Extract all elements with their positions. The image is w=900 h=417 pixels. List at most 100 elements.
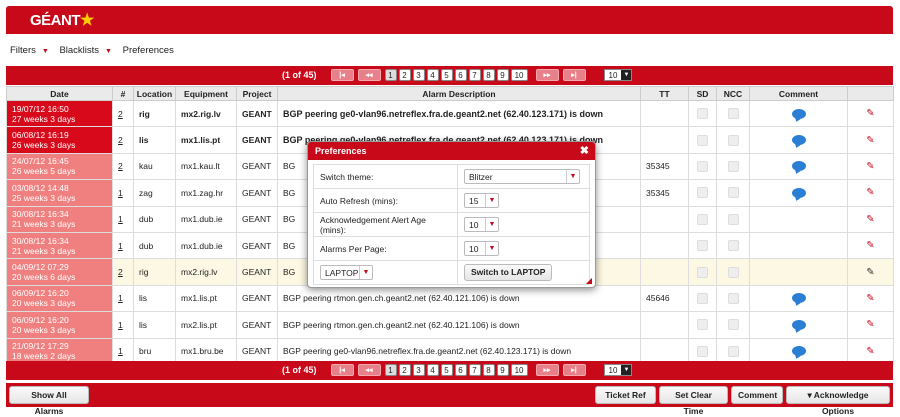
sd-checkbox[interactable] <box>697 160 708 172</box>
comment-bubble-icon[interactable] <box>791 293 806 304</box>
page-3-button[interactable]: 3 <box>412 364 425 376</box>
page-9-button[interactable]: 9 <box>496 364 509 376</box>
table-row[interactable]: 19/07/12 16:50 27 weeks 3 days 2 rig mx2.… <box>6 99 894 128</box>
table-row[interactable]: 06/09/12 16:20 20 weeks 3 days 1 lis mx2.… <box>6 311 894 339</box>
ncc-checkbox[interactable] <box>727 134 739 146</box>
col-project[interactable]: Project <box>236 86 278 101</box>
page-4-button[interactable]: 4 <box>426 69 439 81</box>
page-7-button[interactable]: 7 <box>468 69 481 81</box>
sd-checkbox[interactable] <box>697 319 708 331</box>
occurrence-link[interactable]: 2 <box>112 126 134 154</box>
ncc-checkbox[interactable] <box>727 292 739 304</box>
sd-checkbox[interactable] <box>697 213 708 225</box>
edit-pencil-icon[interactable]: ✎ <box>853 161 888 172</box>
page-7-button[interactable]: 7 <box>468 364 481 376</box>
ncc-checkbox[interactable] <box>727 345 739 357</box>
page-4-button[interactable]: 4 <box>426 364 439 376</box>
sd-checkbox[interactable] <box>697 187 708 199</box>
alarms-per-page-select[interactable]: 10 ▼ <box>464 241 499 256</box>
show-all-alarms-button[interactable]: Show All Alarms <box>9 386 89 416</box>
ncc-checkbox[interactable] <box>727 108 739 120</box>
edit-pencil-icon[interactable]: ✎ <box>853 346 888 357</box>
first-page-button[interactable]: |◂ <box>330 69 354 81</box>
ncc-checkbox[interactable] <box>727 160 739 172</box>
rows-per-page-select[interactable]: 10 ▼ <box>603 364 633 376</box>
sd-checkbox[interactable] <box>697 134 708 146</box>
ncc-checkbox[interactable] <box>727 240 739 252</box>
occurrence-link[interactable]: 1 <box>112 311 134 339</box>
page-1-button[interactable]: 1 <box>384 364 397 376</box>
occurrence-link[interactable]: 2 <box>112 258 134 286</box>
col-count[interactable]: # <box>112 86 134 101</box>
dialog-titlebar[interactable]: Preferences ✖ <box>308 142 595 160</box>
col-sd[interactable]: SD <box>688 86 717 101</box>
page-5-button[interactable]: 5 <box>440 69 453 81</box>
occurrence-link[interactable]: 1 <box>112 284 134 313</box>
comment-bubble-icon[interactable] <box>791 346 806 357</box>
edit-pencil-icon[interactable]: ✎ <box>853 293 888 304</box>
page-8-button[interactable]: 8 <box>482 364 495 376</box>
sd-checkbox[interactable] <box>697 266 708 278</box>
next-page-button[interactable]: ▸▸ <box>535 69 559 81</box>
refresh-select[interactable]: 15 ▼ <box>464 193 499 208</box>
col-location[interactable]: Location <box>133 86 176 101</box>
page-2-button[interactable]: 2 <box>398 69 411 81</box>
col-equipment[interactable]: Equipment <box>175 86 237 101</box>
col-alarm-description[interactable]: Alarm Description <box>277 86 641 101</box>
next-page-button[interactable]: ▸▸ <box>535 364 559 376</box>
resize-grip-icon[interactable]: ◢ <box>586 276 592 285</box>
col-comment[interactable]: Comment <box>749 86 848 101</box>
occurrence-link[interactable]: 1 <box>112 205 134 233</box>
comment-bubble-icon[interactable] <box>791 319 806 330</box>
page-2-button[interactable]: 2 <box>398 364 411 376</box>
comment-bubble-icon[interactable] <box>791 135 806 146</box>
ack-age-select[interactable]: 10 ▼ <box>464 217 499 232</box>
occurrence-link[interactable]: 1 <box>112 231 134 260</box>
comment-bubble-icon[interactable] <box>791 187 806 198</box>
last-page-button[interactable]: ▸| <box>562 69 586 81</box>
edit-pencil-icon[interactable]: ✎ <box>853 240 888 251</box>
page-10-button[interactable]: 10 <box>510 69 528 81</box>
page-6-button[interactable]: 6 <box>454 69 467 81</box>
edit-pencil-icon[interactable]: ✎ <box>853 135 888 146</box>
occurrence-link[interactable]: 1 <box>112 179 134 207</box>
col-date[interactable]: Date <box>6 86 113 101</box>
occurrence-link[interactable]: 2 <box>112 152 134 181</box>
prev-page-button[interactable]: ◂◂ <box>357 69 381 81</box>
device-select[interactable]: LAPTOP ▼ <box>320 265 373 280</box>
comment-bubble-icon[interactable] <box>791 108 806 119</box>
col-ncc[interactable]: NCC <box>716 86 750 101</box>
ticket-ref-button[interactable]: Ticket Ref <box>595 386 656 404</box>
first-page-button[interactable]: |◂ <box>330 364 354 376</box>
edit-pencil-icon[interactable]: ✎ <box>853 319 888 330</box>
menu-filters[interactable]: Filters ▼ <box>10 45 53 56</box>
ncc-checkbox[interactable] <box>727 266 739 278</box>
close-icon[interactable]: ✖ <box>580 144 589 157</box>
comment-button[interactable]: Comment <box>731 386 783 404</box>
sd-checkbox[interactable] <box>697 240 708 252</box>
page-3-button[interactable]: 3 <box>412 69 425 81</box>
edit-pencil-icon[interactable]: ✎ <box>853 108 888 119</box>
sd-checkbox[interactable] <box>697 292 708 304</box>
theme-select[interactable]: Blitzer ▼ <box>464 169 580 184</box>
page-5-button[interactable]: 5 <box>440 364 453 376</box>
table-row[interactable]: 06/09/12 16:20 20 weeks 3 days 1 lis mx1.… <box>6 284 894 313</box>
page-8-button[interactable]: 8 <box>482 69 495 81</box>
occurrence-link[interactable]: 2 <box>112 99 134 128</box>
edit-pencil-icon[interactable]: ✎ <box>853 267 888 278</box>
geant-logo[interactable]: GÉANT★ <box>30 10 94 30</box>
prev-page-button[interactable]: ◂◂ <box>357 364 381 376</box>
ncc-checkbox[interactable] <box>727 187 739 199</box>
comment-bubble-icon[interactable] <box>791 161 806 172</box>
ncc-checkbox[interactable] <box>727 319 739 331</box>
edit-pencil-icon[interactable]: ✎ <box>853 214 888 225</box>
col-tt[interactable]: TT <box>640 86 689 101</box>
switch-device-button[interactable]: Switch to LAPTOP <box>464 264 553 281</box>
menu-blacklists[interactable]: Blacklists ▼ <box>59 45 116 56</box>
page-1-button[interactable]: 1 <box>384 69 397 81</box>
edit-pencil-icon[interactable]: ✎ <box>853 187 888 198</box>
acknowledge-options-button[interactable]: ▾ Acknowledge Options <box>786 386 890 416</box>
page-10-button[interactable]: 10 <box>510 364 528 376</box>
set-clear-time-button[interactable]: Set Clear Time <box>659 386 728 416</box>
ncc-checkbox[interactable] <box>727 213 739 225</box>
